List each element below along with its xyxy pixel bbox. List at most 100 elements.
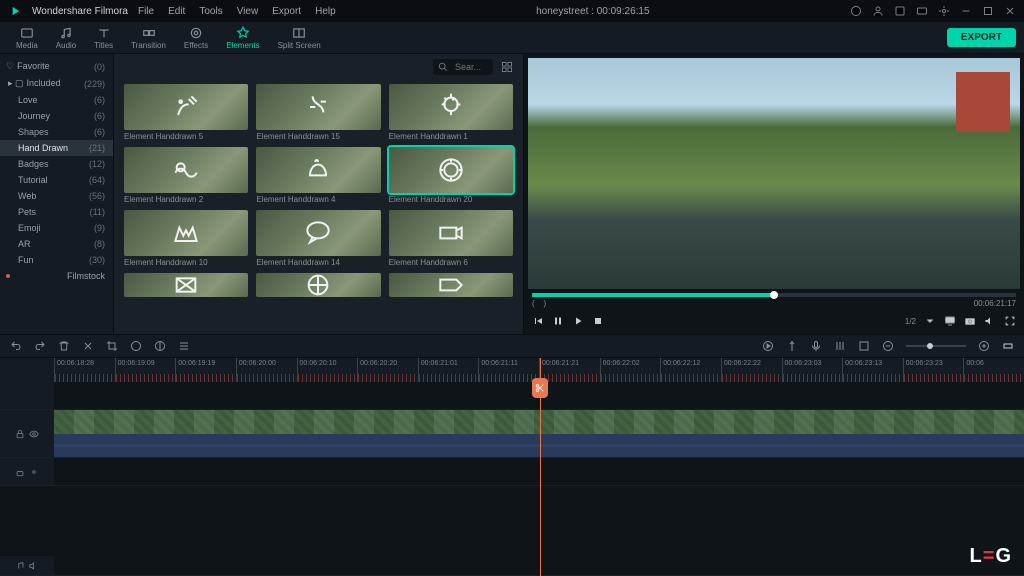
render-icon[interactable] — [762, 340, 774, 352]
lock-icon[interactable] — [15, 467, 25, 477]
zoom-fit-icon[interactable] — [1002, 340, 1014, 352]
voiceover-icon[interactable] — [810, 340, 822, 352]
zoom-out-icon[interactable] — [882, 340, 894, 352]
asset-thumbnail[interactable] — [256, 147, 380, 193]
preview-viewport[interactable] — [528, 58, 1020, 289]
user-icon[interactable] — [872, 5, 884, 17]
asset-thumbnail[interactable] — [124, 147, 248, 193]
preview-scrubber[interactable] — [532, 293, 1016, 297]
asset-thumbnail[interactable] — [124, 210, 248, 256]
undo-icon[interactable] — [10, 340, 22, 352]
settings-icon[interactable] — [938, 5, 950, 17]
keyframe-icon[interactable] — [858, 340, 870, 352]
snapshot-icon[interactable] — [964, 315, 976, 327]
asset-item[interactable]: Element Handdrawn 15 — [256, 84, 380, 141]
asset-item[interactable]: Element Handdrawn 1 — [389, 84, 513, 141]
cloud-icon[interactable] — [850, 5, 862, 17]
sidebar-item-love[interactable]: Love(6) — [0, 92, 113, 108]
sidebar-favorite[interactable]: ♡Favorite(0) — [0, 58, 113, 75]
asset-thumbnail[interactable] — [256, 84, 380, 130]
sidebar-item-tutorial[interactable]: Tutorial(64) — [0, 172, 113, 188]
tab-transition[interactable]: Transition — [123, 24, 174, 52]
export-button[interactable]: EXPORT — [947, 28, 1016, 47]
asset-item[interactable] — [389, 273, 513, 297]
asset-item[interactable]: Element Handdrawn 6 — [389, 210, 513, 267]
speed-icon[interactable] — [130, 340, 142, 352]
zoom-in-icon[interactable] — [978, 340, 990, 352]
sidebar-item-web[interactable]: Web(56) — [0, 188, 113, 204]
asset-thumbnail[interactable] — [389, 84, 513, 130]
sidebar-item-fun[interactable]: Fun(30) — [0, 252, 113, 268]
save-icon[interactable] — [894, 5, 906, 17]
effect-track[interactable] — [0, 458, 1024, 486]
sidebar-item-pets[interactable]: Pets(11) — [0, 204, 113, 220]
menu-help[interactable]: Help — [315, 6, 336, 17]
grid-view-icon[interactable] — [501, 61, 513, 73]
asset-item[interactable]: Element Handdrawn 4 — [256, 147, 380, 204]
volume-icon[interactable] — [984, 315, 996, 327]
mixer-icon[interactable] — [834, 340, 846, 352]
asset-item[interactable] — [256, 273, 380, 297]
asset-item[interactable]: Element Handdrawn 2 — [124, 147, 248, 204]
maximize-icon[interactable] — [982, 5, 994, 17]
menu-view[interactable]: View — [237, 6, 259, 17]
stop-icon[interactable] — [592, 315, 604, 327]
tab-split-screen[interactable]: Split Screen — [270, 24, 329, 52]
chevron-down-icon[interactable] — [924, 315, 936, 327]
asset-item[interactable]: Element Handdrawn 20 — [389, 147, 513, 204]
minimize-icon[interactable] — [960, 5, 972, 17]
close-icon[interactable] — [1004, 5, 1016, 17]
asset-thumbnail[interactable] — [124, 84, 248, 130]
menu-file[interactable]: File — [138, 6, 154, 17]
zoom-slider[interactable] — [906, 345, 966, 347]
sidebar-filmstock[interactable]: Filmstock — [0, 268, 113, 284]
visibility-icon[interactable] — [29, 429, 39, 439]
mail-icon[interactable] — [916, 5, 928, 17]
preview-scale[interactable]: 1/2 — [905, 317, 916, 326]
sidebar-item-hand-drawn[interactable]: Hand Drawn(21) — [0, 140, 113, 156]
sidebar-item-ar[interactable]: AR(8) — [0, 236, 113, 252]
tab-media[interactable]: Media — [8, 24, 46, 52]
play-pause-icon[interactable] — [552, 315, 564, 327]
fullscreen-icon[interactable] — [1004, 315, 1016, 327]
delete-icon[interactable] — [58, 340, 70, 352]
visibility-icon[interactable] — [29, 467, 39, 477]
asset-thumbnail[interactable] — [256, 273, 380, 297]
audio-master-track[interactable] — [0, 556, 1024, 576]
lock-icon[interactable] — [15, 429, 25, 439]
prev-frame-icon[interactable] — [532, 315, 544, 327]
asset-item[interactable]: Element Handdrawn 10 — [124, 210, 248, 267]
color-icon[interactable] — [154, 340, 166, 352]
sidebar-item-emoji[interactable]: Emoji(9) — [0, 220, 113, 236]
mute-icon[interactable] — [29, 561, 39, 571]
sidebar-item-journey[interactable]: Journey(6) — [0, 108, 113, 124]
asset-thumbnail[interactable] — [124, 273, 248, 297]
asset-item[interactable]: Element Handdrawn 14 — [256, 210, 380, 267]
asset-thumbnail[interactable] — [389, 147, 513, 193]
sidebar-item-badges[interactable]: Badges(12) — [0, 156, 113, 172]
asset-item[interactable] — [124, 273, 248, 297]
menu-edit[interactable]: Edit — [168, 6, 185, 17]
split-icon[interactable] — [82, 340, 94, 352]
tab-titles[interactable]: Titles — [86, 24, 121, 52]
asset-item[interactable]: Element Handdrawn 5 — [124, 84, 248, 141]
crop-icon[interactable] — [106, 340, 118, 352]
play-icon[interactable] — [572, 315, 584, 327]
marker-icon[interactable] — [786, 340, 798, 352]
video-track[interactable] — [0, 410, 1024, 458]
menu-export[interactable]: Export — [272, 6, 301, 17]
asset-thumbnail[interactable] — [256, 210, 380, 256]
adjust-icon[interactable] — [178, 340, 190, 352]
monitor-icon[interactable] — [944, 315, 956, 327]
tab-audio[interactable]: Audio — [48, 24, 84, 52]
sidebar-included[interactable]: ▸ ▢Included(229) — [0, 75, 113, 92]
music-icon[interactable] — [15, 561, 25, 571]
tab-elements[interactable]: Elements — [218, 24, 267, 52]
tab-effects[interactable]: Effects — [176, 24, 216, 52]
menu-tools[interactable]: Tools — [199, 6, 222, 17]
asset-thumbnail[interactable] — [389, 273, 513, 297]
playhead[interactable] — [540, 358, 541, 576]
asset-thumbnail[interactable] — [389, 210, 513, 256]
redo-icon[interactable] — [34, 340, 46, 352]
sidebar-item-shapes[interactable]: Shapes(6) — [0, 124, 113, 140]
